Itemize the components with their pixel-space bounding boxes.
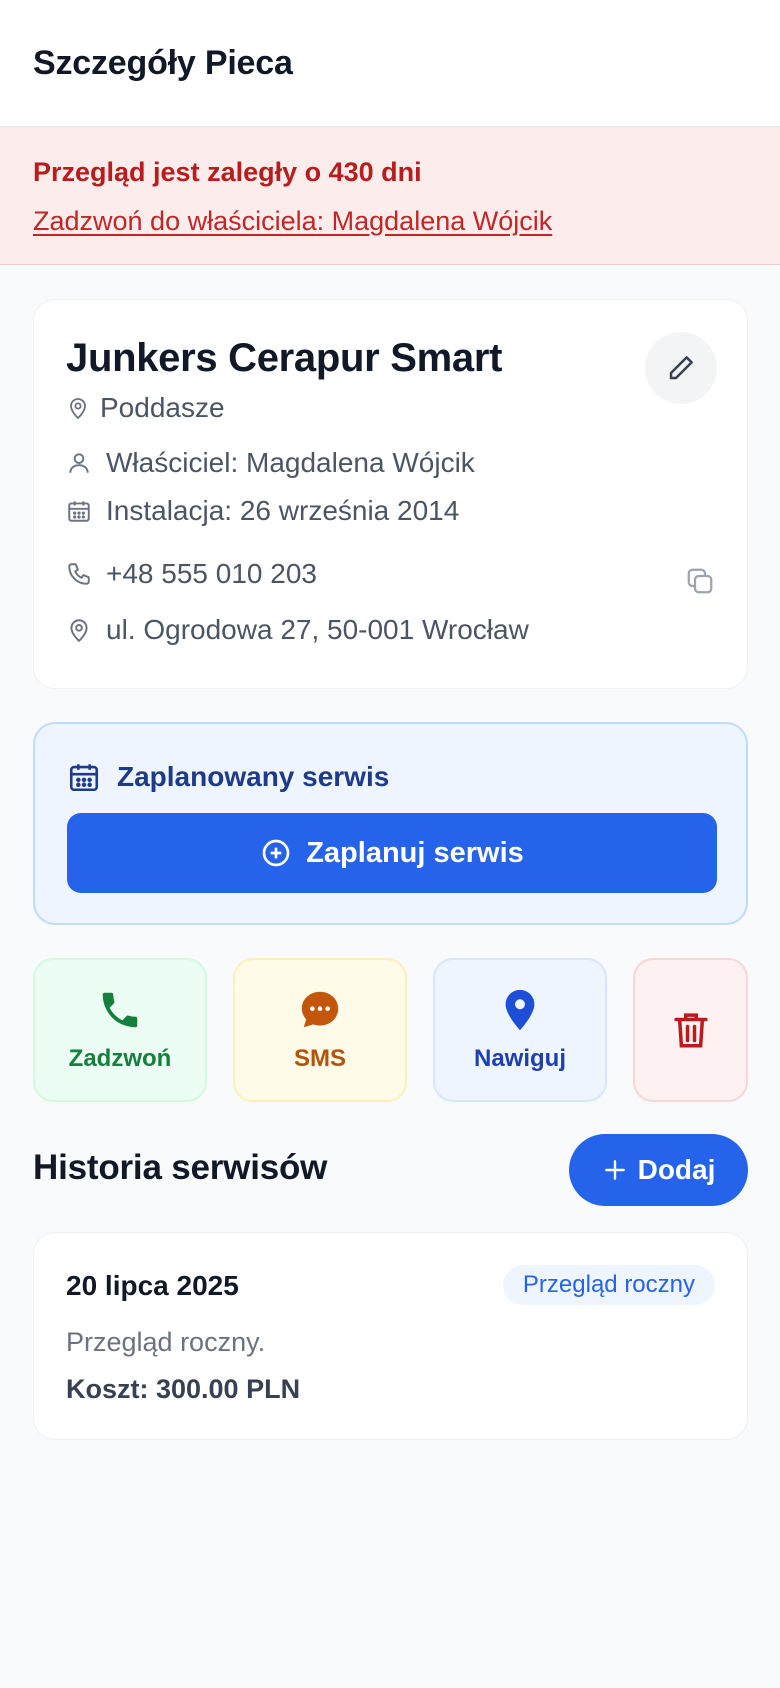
navigate-button[interactable]: Nawiguj bbox=[433, 958, 607, 1102]
page-title: Szczegóły Pieca bbox=[33, 43, 293, 82]
copy-button[interactable] bbox=[685, 566, 715, 601]
alert-title: Przegląd jest zaległy o 430 dni bbox=[33, 157, 422, 187]
phone-number: +48 555 010 203 bbox=[106, 558, 317, 589]
map-pin-icon bbox=[70, 398, 86, 420]
history-title: Historia serwisów bbox=[33, 1148, 328, 1187]
copy-icon bbox=[687, 568, 713, 594]
navigate-label: Nawiguj bbox=[473, 1045, 566, 1072]
phone-icon bbox=[102, 992, 138, 1028]
sms-button[interactable]: SMS bbox=[233, 958, 407, 1102]
device-name: Junkers Cerapur Smart bbox=[66, 336, 503, 380]
owner-name: Właściciel: Magdalena Wójcik bbox=[106, 447, 475, 478]
scheduled-service-heading: Zaplanowany serwis bbox=[67, 760, 389, 794]
history-entry-description: Przegląd roczny. bbox=[66, 1327, 266, 1357]
history-entry-type-badge: Przegląd roczny bbox=[502, 1265, 715, 1305]
calendar-icon bbox=[69, 764, 99, 792]
schedule-service-label: Zaplanuj serwis bbox=[306, 836, 524, 869]
map-pin-icon bbox=[70, 619, 88, 643]
plus-icon bbox=[604, 1160, 625, 1180]
calendar-icon bbox=[68, 501, 90, 522]
add-service-label: Dodaj bbox=[637, 1154, 716, 1185]
map-pin-icon bbox=[505, 989, 535, 1031]
history-entry-cost: Koszt: 300.00 PLN bbox=[66, 1374, 301, 1404]
history-entry-date: 20 lipca 2025 bbox=[66, 1270, 239, 1301]
installation-date: Instalacja: 26 września 2014 bbox=[106, 495, 460, 526]
pencil-icon bbox=[669, 356, 693, 380]
top-bar: Szczegóły Pieca bbox=[0, 0, 780, 127]
overdue-alert: Przegląd jest zaległy o 430 dni Zadzwoń … bbox=[0, 127, 780, 265]
schedule-service-button[interactable]: Zaplanuj serwis bbox=[67, 813, 717, 893]
phone-row[interactable]: +48 555 010 203 bbox=[66, 558, 317, 590]
owner-row: Właściciel: Magdalena Wójcik bbox=[66, 447, 475, 479]
add-service-button[interactable]: Dodaj bbox=[569, 1134, 748, 1206]
scheduled-service-title: Zaplanowany serwis bbox=[117, 761, 390, 792]
trash-icon bbox=[673, 1013, 708, 1048]
device-location-row: Poddasze bbox=[66, 392, 225, 424]
sms-label: SMS bbox=[293, 1045, 346, 1072]
device-location: Poddasze bbox=[100, 392, 225, 423]
phone-icon bbox=[68, 563, 90, 585]
plus-circle-icon bbox=[262, 839, 290, 867]
call-owner-link[interactable]: Zadzwoń do właściciela: Magdalena Wójcik bbox=[33, 206, 552, 237]
address-row[interactable]: ul. Ogrodowa 27, 50-001 Wrocław bbox=[66, 614, 529, 646]
chat-bubble-icon bbox=[301, 991, 339, 1028]
history-entry[interactable]: 20 lipca 2025 Przegląd roczny Przegląd r… bbox=[33, 1232, 748, 1440]
device-card: Junkers Cerapur Smart Poddasze Właścicie… bbox=[33, 299, 748, 689]
address: ul. Ogrodowa 27, 50-001 Wrocław bbox=[106, 614, 529, 645]
edit-button[interactable] bbox=[645, 332, 717, 404]
scheduled-service-panel: Zaplanowany serwis Zaplanuj serwis bbox=[33, 722, 748, 925]
call-label: Zadzwoń bbox=[68, 1045, 172, 1072]
user-icon bbox=[69, 453, 89, 473]
call-button[interactable]: Zadzwoń bbox=[33, 958, 207, 1102]
delete-button[interactable] bbox=[633, 958, 748, 1102]
installation-row: Instalacja: 26 września 2014 bbox=[66, 495, 459, 527]
